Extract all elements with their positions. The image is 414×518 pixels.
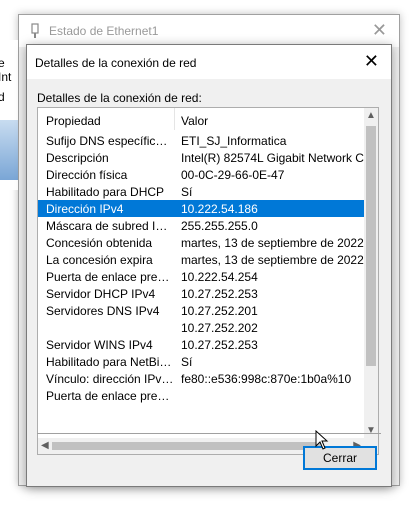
table-row[interactable]: Vínculo: dirección IPv6 l... fe80::e536:9… (38, 370, 364, 387)
table-row[interactable]: 10.27.252.202 (38, 319, 364, 336)
table-row[interactable]: Puerta de enlace predet... 10.222.54.254 (38, 268, 364, 285)
scroll-up-icon[interactable]: ▲ (366, 110, 376, 121)
ethernet-status-title: Estado de Ethernet1 (49, 24, 159, 38)
column-header-value[interactable]: Valor (181, 114, 208, 128)
row-value: 10.222.54.186 (181, 202, 258, 216)
network-connection-details-dialog: Detalles de la conexión de red ✕ Detalle… (26, 44, 392, 487)
table-row[interactable]: Máscara de subred IPv4 255.255.255.0 (38, 217, 364, 234)
row-value: martes, 13 de septiembre de 2022 18: (181, 253, 364, 267)
table-row[interactable]: Descripción Intel(R) 82574L Gigabit Netwo… (38, 149, 364, 166)
background-left-fragment: e Int d (0, 40, 18, 190)
dialog-close-icon[interactable]: ✕ (364, 51, 379, 72)
table-row[interactable]: Dirección IPv4 10.222.54.186 (38, 200, 364, 217)
row-value: 00-0C-29-66-0E-47 (181, 168, 285, 182)
vertical-scroll-thumb[interactable] (366, 126, 376, 366)
column-header-property[interactable]: Propiedad (46, 114, 101, 128)
network-adapter-icon (31, 23, 39, 38)
table-row[interactable]: Dirección física 00-0C-29-66-0E-47 (38, 166, 364, 183)
ethernet-status-close-icon[interactable]: ✕ (372, 20, 387, 41)
table-row[interactable]: Servidores DNS IPv4 10.27.252.201 (38, 302, 364, 319)
table-row[interactable]: Servidor WINS IPv4 10.27.252.253 (38, 336, 364, 353)
ethernet-status-titlebar: Estado de Ethernet1 ✕ (19, 15, 399, 47)
row-property: Servidor DHCP IPv4 (46, 287, 156, 301)
scroll-down-icon[interactable]: ▼ (366, 425, 376, 436)
horizontal-scroll-thumb[interactable] (52, 442, 322, 450)
row-value: 10.27.252.253 (181, 338, 258, 352)
network-connection-icon (0, 120, 18, 180)
row-value: Sí (181, 185, 193, 199)
row-value: 10.27.252.253 (181, 287, 258, 301)
vertical-scrollbar[interactable]: ▲ ▼ (364, 108, 378, 438)
row-property: Puerta de enlace predet... (46, 270, 174, 284)
row-value: Intel(R) 82574L Gigabit Network Conn (181, 151, 364, 165)
row-property: Puerta de enlace predet... (46, 389, 174, 403)
table-row[interactable]: Sufijo DNS específico p... ETI_SJ_Informa… (38, 132, 364, 149)
row-value: 10.27.252.201 (181, 304, 258, 318)
table-row[interactable]: Concesión obtenida martes, 13 de septiemb… (38, 234, 364, 251)
row-property: Concesión obtenida (46, 236, 153, 250)
row-value: ETI_SJ_Informatica (181, 134, 287, 148)
row-property: Habilitado para NetBios ... (46, 355, 174, 369)
table-row[interactable]: Servidor DHCP IPv4 10.27.252.253 (38, 285, 364, 302)
row-property: Dirección física (46, 168, 128, 182)
row-property: Servidor WINS IPv4 (46, 338, 153, 352)
details-list[interactable]: Propiedad Valor Sufijo DNS específico p.… (37, 107, 379, 455)
row-value: 10.222.54.254 (181, 270, 258, 284)
row-value: Sí (181, 355, 193, 369)
background-text-fragment: e Int (0, 56, 12, 84)
table-row[interactable]: La concesión expira martes, 13 de septiem… (38, 251, 364, 268)
row-value: 255.255.255.0 (181, 219, 258, 233)
row-property: Sufijo DNS específico p... (46, 134, 174, 148)
background-text-fragment: d (0, 90, 5, 104)
scroll-left-icon[interactable]: ◀ (41, 440, 49, 451)
row-property: Servidores DNS IPv4 (46, 304, 160, 318)
dialog-title: Detalles de la conexión de red (35, 56, 197, 70)
table-row[interactable]: Habilitado para NetBios ... Sí (38, 353, 364, 370)
row-property: Descripción (46, 151, 109, 165)
mouse-pointer-icon (315, 430, 329, 450)
row-value: 10.27.252.202 (181, 321, 258, 335)
dialog-divider (37, 433, 381, 434)
row-property: La concesión expira (46, 253, 153, 267)
table-row[interactable]: Habilitado para DHCP Sí (38, 183, 364, 200)
row-property: Dirección IPv4 (46, 202, 124, 216)
row-property: Vínculo: dirección IPv6 l... (46, 372, 174, 386)
details-group-label: Detalles de la conexión de red: (37, 91, 202, 105)
table-row[interactable]: Puerta de enlace predet... (38, 387, 364, 404)
list-rows: Sufijo DNS específico p... ETI_SJ_Informa… (38, 132, 364, 404)
list-header: Propiedad Valor (38, 108, 364, 130)
column-separator[interactable] (174, 108, 175, 130)
dialog-titlebar: Detalles de la conexión de red ✕ (27, 45, 391, 79)
row-property: Máscara de subred IPv4 (46, 219, 174, 233)
row-value: fe80::e536:998c:870e:1b0a%10 (181, 372, 352, 386)
row-value: martes, 13 de septiembre de 2022 12: (181, 236, 364, 250)
row-property: Habilitado para DHCP (46, 185, 165, 199)
